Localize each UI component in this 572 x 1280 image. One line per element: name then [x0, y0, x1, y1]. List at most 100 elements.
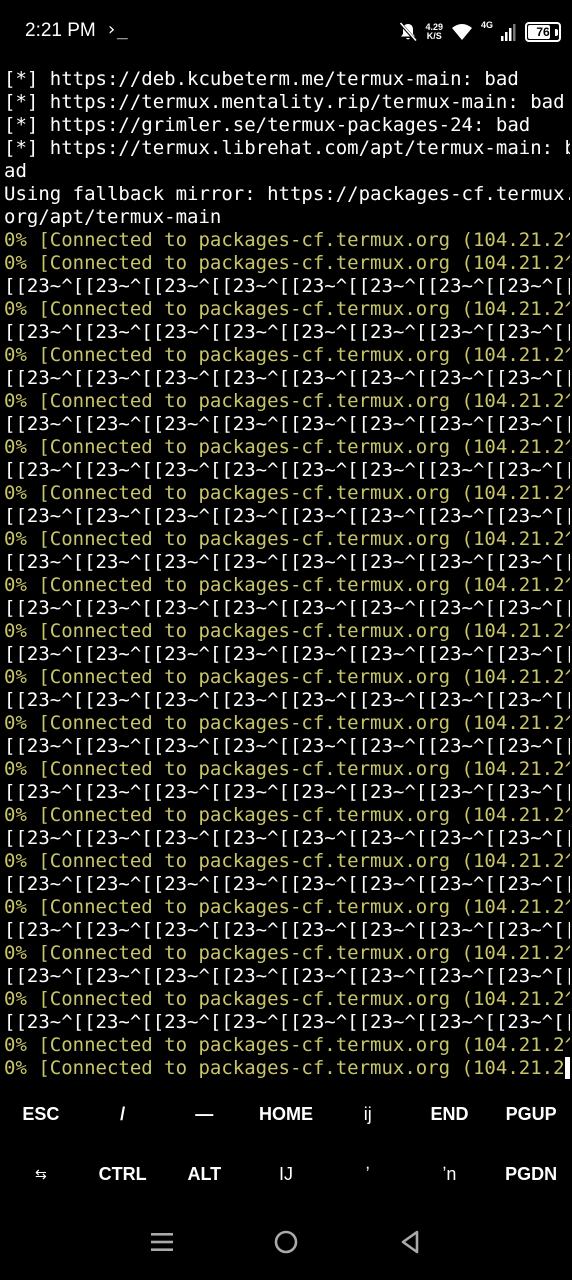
terminal-line: 0% [Connected to packages-cf.termux.org …: [4, 574, 570, 597]
menu-icon[interactable]: [142, 1222, 182, 1262]
network-speed: 4.29 K/S: [425, 23, 443, 41]
terminal-line-text: 0% [Connected to packages-cf.termux.org …: [4, 942, 570, 964]
terminal-line: [[23~^[[23~^[[23~^[[23~^[[23~^[[23~^[[23…: [4, 919, 570, 942]
terminal-line: 0% [Connected to packages-cf.termux.org …: [4, 528, 570, 551]
esc-key[interactable]: ESC: [0, 1084, 82, 1144]
terminal-line-text: [[23~^[[23~^[[23~^[[23~^[[23~^[[23~^[[23…: [4, 321, 570, 343]
home-key[interactable]: HOME: [245, 1084, 327, 1144]
terminal-line: [[23~^[[23~^[[23~^[[23~^[[23~^[[23~^[[23…: [4, 689, 570, 712]
terminal-line: [[23~^[[23~^[[23~^[[23~^[[23~^[[23~^[[23…: [4, 1011, 570, 1034]
terminal-line: [[23~^[[23~^[[23~^[[23~^[[23~^[[23~^[[23…: [4, 275, 570, 298]
extra-keys-row-1: ESC / — HOME ij END PGUP: [0, 1084, 572, 1144]
terminal-line: 0% [Connected to packages-cf.termux.org …: [4, 804, 570, 827]
terminal-line: 0% [Connected to packages-cf.termux.org …: [4, 988, 570, 1011]
terminal-line: [[23~^[[23~^[[23~^[[23~^[[23~^[[23~^[[23…: [4, 321, 570, 344]
terminal-line-text: [[23~^[[23~^[[23~^[[23~^[[23~^[[23~^[[23…: [4, 505, 570, 527]
terminal-line-text: 0% [Connected to packages-cf.termux.org …: [4, 850, 570, 872]
terminal-line-text: [[23~^[[23~^[[23~^[[23~^[[23~^[[23~^[[23…: [4, 735, 570, 757]
status-time: 2:21 PM: [25, 20, 96, 41]
extra-keys-bar: ESC / — HOME ij END PGUP ⇆ CTRL ALT IJ ʼ ʼn PGDN: [0, 1084, 572, 1204]
terminal-line-text: [[23~^[[23~^[[23~^[[23~^[[23~^[[23~^[[23…: [4, 965, 570, 987]
terminal-line: 0% [Connected to packages-cf.termux.org …: [4, 482, 570, 505]
terminal-line: [[23~^[[23~^[[23~^[[23~^[[23~^[[23~^[[23…: [4, 827, 570, 850]
n-apostrophe-key[interactable]: ʼn: [409, 1144, 491, 1204]
back-triangle-icon[interactable]: [390, 1222, 430, 1262]
terminal-line-text: 0% [Connected to packages-cf.termux.org …: [4, 229, 570, 251]
terminal-line: 0% [Connected to packages-cf.termux.org …: [4, 390, 570, 413]
terminal-line-text: 0% [Connected to packages-cf.termux.org …: [4, 528, 570, 550]
navigation-bar: [0, 1204, 572, 1280]
terminal-line-text: [[23~^[[23~^[[23~^[[23~^[[23~^[[23~^[[23…: [4, 781, 570, 803]
terminal-line: 0% [Connected to packages-cf.termux.org …: [4, 712, 570, 735]
home-circle-icon[interactable]: [266, 1222, 306, 1262]
terminal-line: 0% [Connected to packages-cf.termux.org …: [4, 942, 570, 965]
terminal-line-text: [[23~^[[23~^[[23~^[[23~^[[23~^[[23~^[[23…: [4, 367, 570, 389]
terminal-line: ad: [4, 160, 570, 183]
ij-key[interactable]: ij: [327, 1084, 409, 1144]
pgup-key[interactable]: PGUP: [490, 1084, 572, 1144]
terminal-line: Using fallback mirror: https://packages-…: [4, 183, 570, 206]
terminal-line: [*] https://termux.mentality.rip/termux-…: [4, 91, 570, 114]
status-bar: 2:21 PM ›_ 4.29 K/S 4G 76: [0, 0, 572, 64]
terminal-line-text: 0% [Connected to packages-cf.termux.org …: [4, 436, 570, 458]
terminal-line-text: [*] https://termux.mentality.rip/termux-…: [4, 91, 565, 113]
terminal-line-text: [*] https://termux.librehat.com/apt/term…: [4, 137, 570, 159]
terminal-line: org/apt/termux-main: [4, 206, 570, 229]
terminal-line: [[23~^[[23~^[[23~^[[23~^[[23~^[[23~^[[23…: [4, 643, 570, 666]
tab-arrows-icon[interactable]: ⇆: [0, 1144, 82, 1204]
terminal-line-text: 0% [Connected to packages-cf.termux.org …: [4, 344, 570, 366]
terminal-line-text: [[23~^[[23~^[[23~^[[23~^[[23~^[[23~^[[23…: [4, 873, 570, 895]
terminal-output[interactable]: [*] https://deb.kcubeterm.me/termux-main…: [4, 68, 570, 1084]
terminal-line: [[23~^[[23~^[[23~^[[23~^[[23~^[[23~^[[23…: [4, 597, 570, 620]
end-key[interactable]: END: [409, 1084, 491, 1144]
terminal-line: [[23~^[[23~^[[23~^[[23~^[[23~^[[23~^[[23…: [4, 551, 570, 574]
terminal-line-text: 0% [Connected to packages-cf.termux.org …: [4, 896, 570, 918]
ctrl-key[interactable]: CTRL: [82, 1144, 164, 1204]
terminal-line-text: [*] https://grimler.se/termux-packages-2…: [4, 114, 531, 136]
terminal-line: [*] https://deb.kcubeterm.me/termux-main…: [4, 68, 570, 91]
extra-keys-row-2: ⇆ CTRL ALT IJ ʼ ʼn PGDN: [0, 1144, 572, 1204]
terminal-line: [[23~^[[23~^[[23~^[[23~^[[23~^[[23~^[[23…: [4, 505, 570, 528]
terminal-line: [[23~^[[23~^[[23~^[[23~^[[23~^[[23~^[[23…: [4, 413, 570, 436]
terminal-line-text: [[23~^[[23~^[[23~^[[23~^[[23~^[[23~^[[23…: [4, 551, 570, 573]
terminal-line: [[23~^[[23~^[[23~^[[23~^[[23~^[[23~^[[23…: [4, 367, 570, 390]
battery-icon: 76: [525, 22, 561, 42]
terminal-line: 0% [Connected to packages-cf.termux.org …: [4, 436, 570, 459]
terminal-line-text: org/apt/termux-main: [4, 206, 222, 228]
terminal-cursor: [564, 1057, 570, 1079]
pgdn-key[interactable]: PGDN: [490, 1144, 572, 1204]
network-type: 4G: [480, 20, 493, 30]
speed-unit: K/S: [426, 31, 442, 41]
terminal-line: 0% [Connected to packages-cf.termux.org …: [4, 1057, 570, 1080]
terminal-line-text: [[23~^[[23~^[[23~^[[23~^[[23~^[[23~^[[23…: [4, 827, 570, 849]
terminal-line: 0% [Connected to packages-cf.termux.org …: [4, 298, 570, 321]
terminal-line-text: 0% [Connected to packages-cf.termux.org …: [4, 1057, 565, 1079]
terminal-line-text: 0% [Connected to packages-cf.termux.org …: [4, 390, 570, 412]
terminal-line-text: 0% [Connected to packages-cf.termux.org …: [4, 988, 570, 1010]
signal-icon: [501, 23, 517, 41]
apostrophe-key[interactable]: ʼ: [327, 1144, 409, 1204]
wifi-icon: [451, 23, 473, 41]
terminal-line: [*] https://termux.librehat.com/apt/term…: [4, 137, 570, 160]
terminal-line: [[23~^[[23~^[[23~^[[23~^[[23~^[[23~^[[23…: [4, 781, 570, 804]
IJ-key[interactable]: IJ: [245, 1144, 327, 1204]
terminal-line-text: 0% [Connected to packages-cf.termux.org …: [4, 574, 570, 596]
terminal-notification-icon: ›_: [106, 19, 128, 40]
terminal-line: 0% [Connected to packages-cf.termux.org …: [4, 758, 570, 781]
terminal-line-text: [[23~^[[23~^[[23~^[[23~^[[23~^[[23~^[[23…: [4, 643, 570, 665]
slash-key[interactable]: /: [82, 1084, 164, 1144]
terminal-line-text: Using fallback mirror: https://packages-…: [4, 183, 570, 205]
terminal-line: [[23~^[[23~^[[23~^[[23~^[[23~^[[23~^[[23…: [4, 735, 570, 758]
terminal-line: 0% [Connected to packages-cf.termux.org …: [4, 344, 570, 367]
terminal-line: [[23~^[[23~^[[23~^[[23~^[[23~^[[23~^[[23…: [4, 459, 570, 482]
terminal-line-text: 0% [Connected to packages-cf.termux.org …: [4, 620, 570, 642]
battery-body: 76: [525, 22, 561, 42]
terminal-line-text: [[23~^[[23~^[[23~^[[23~^[[23~^[[23~^[[23…: [4, 689, 570, 711]
terminal-line: 0% [Connected to packages-cf.termux.org …: [4, 1034, 570, 1057]
terminal-line-text: [[23~^[[23~^[[23~^[[23~^[[23~^[[23~^[[23…: [4, 1011, 570, 1033]
terminal-line-text: 0% [Connected to packages-cf.termux.org …: [4, 758, 570, 780]
alt-key[interactable]: ALT: [163, 1144, 245, 1204]
dash-key[interactable]: —: [163, 1084, 245, 1144]
terminal-line-text: [[23~^[[23~^[[23~^[[23~^[[23~^[[23~^[[23…: [4, 413, 570, 435]
terminal-line: 0% [Connected to packages-cf.termux.org …: [4, 666, 570, 689]
